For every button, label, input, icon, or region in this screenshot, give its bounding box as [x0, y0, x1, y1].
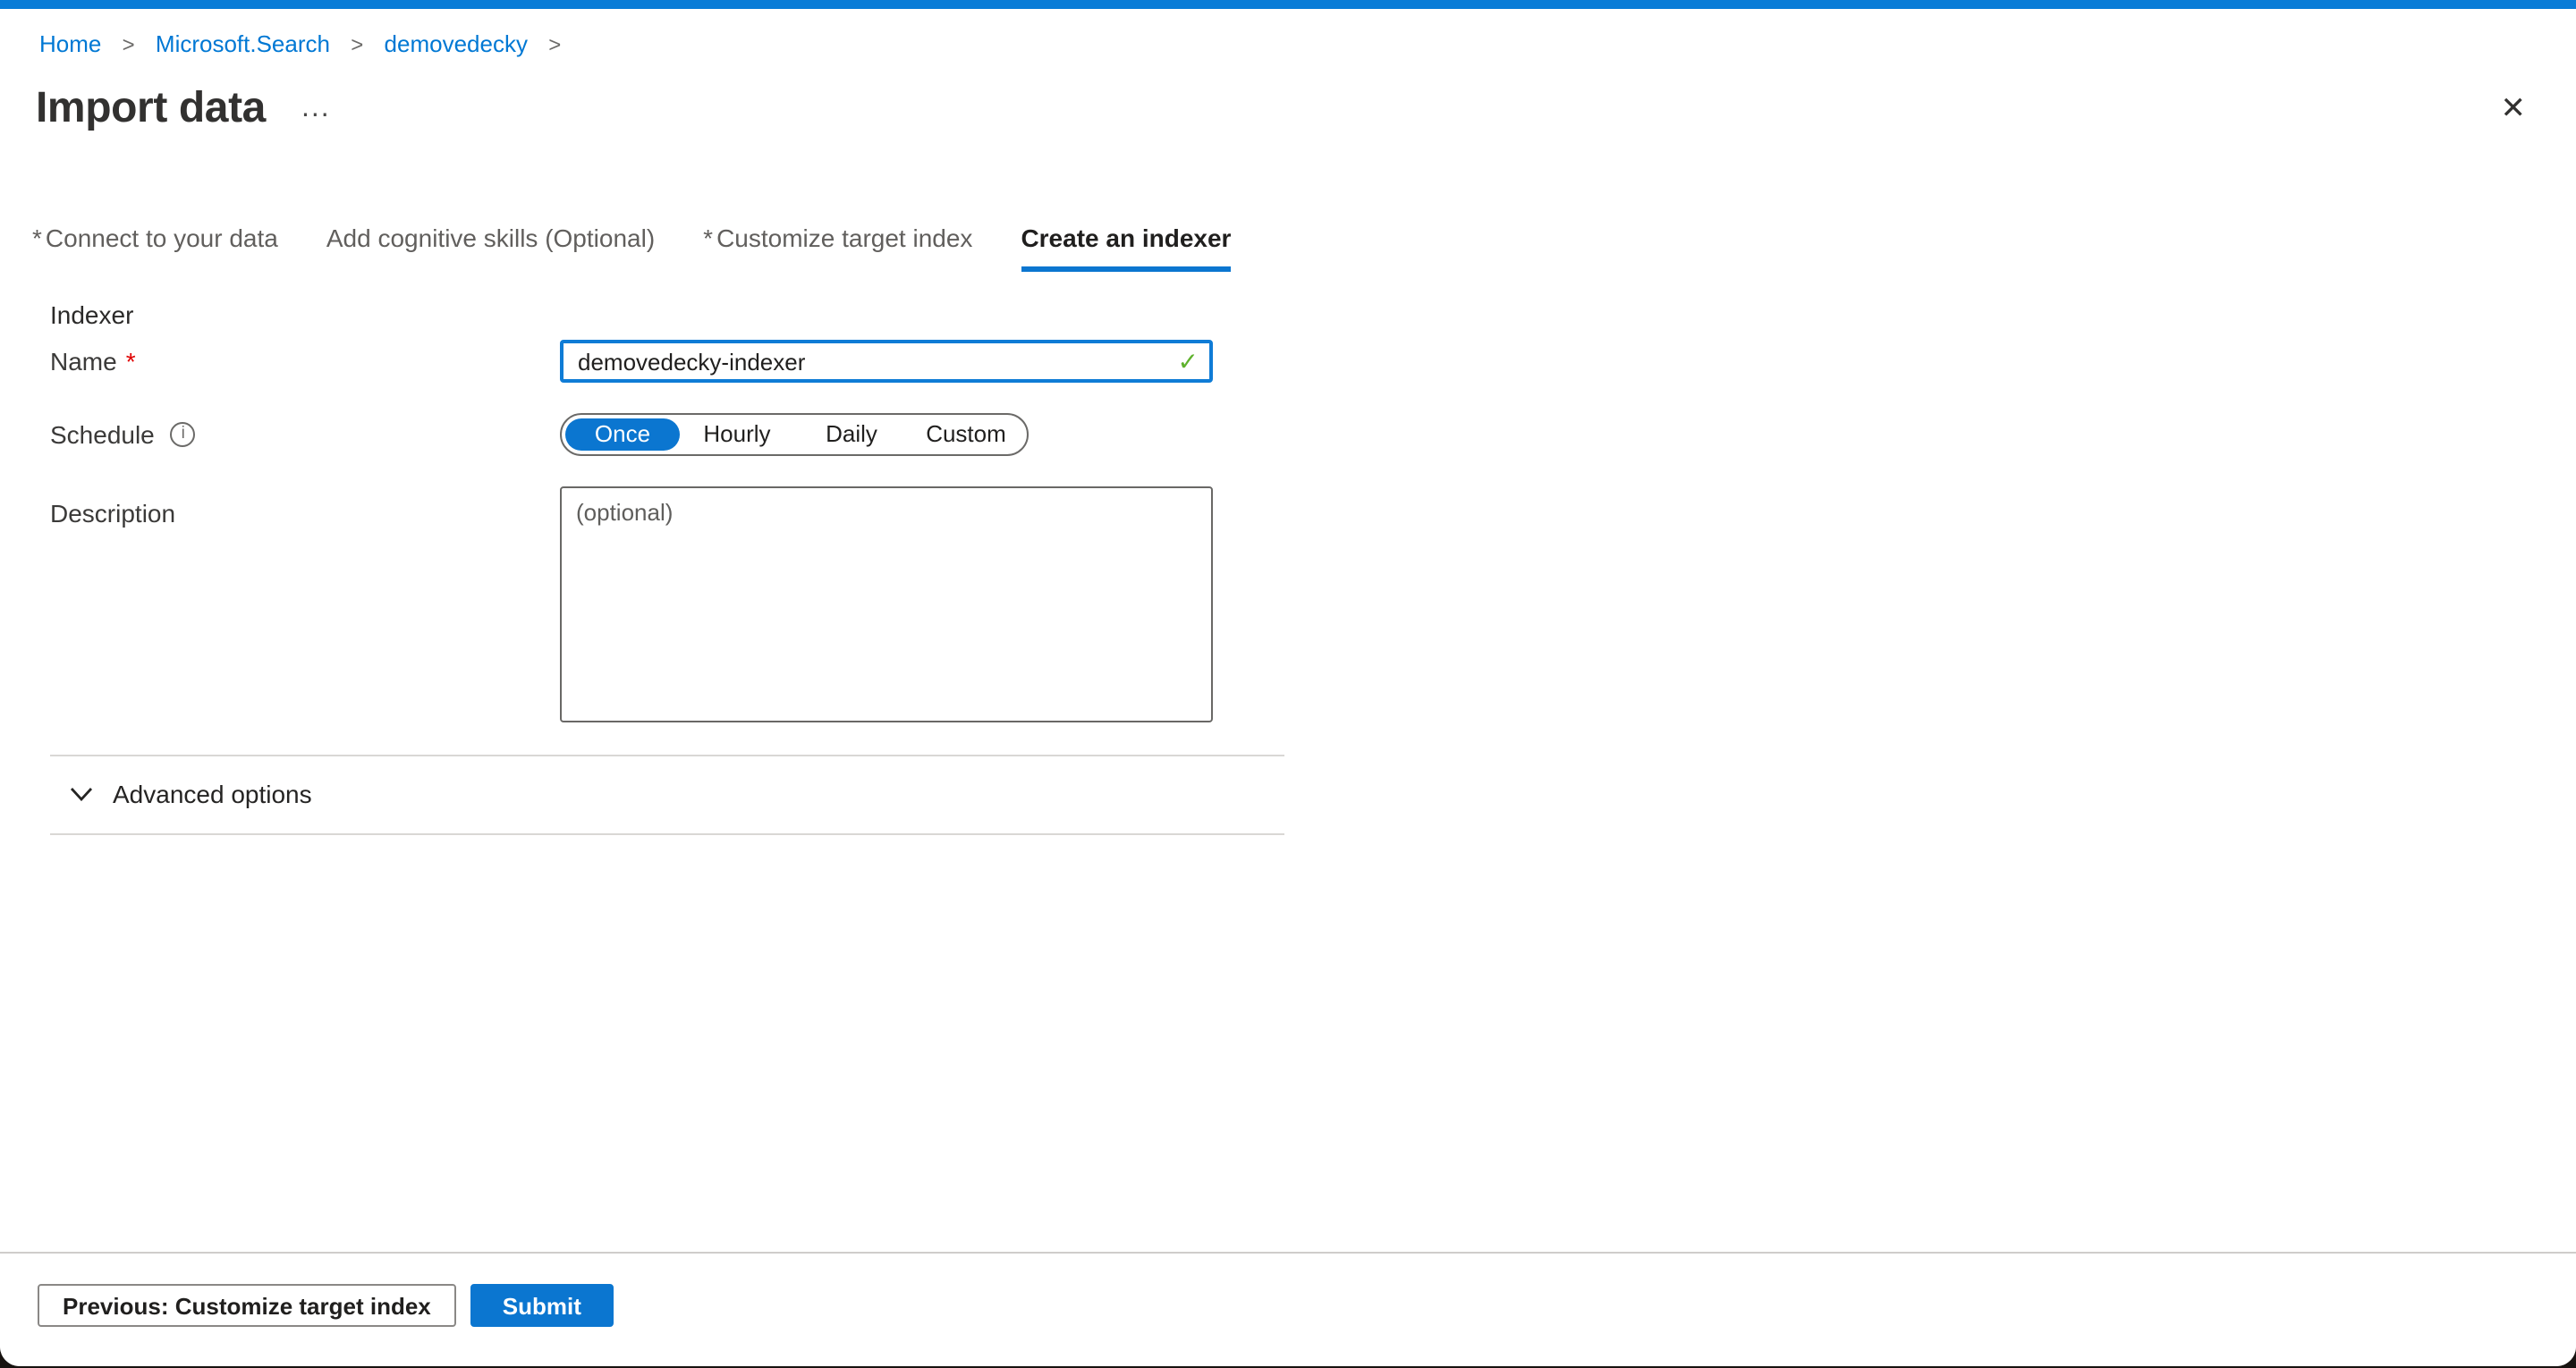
tab-customize-target-index[interactable]: *Customize target index: [703, 222, 972, 272]
tab-add-cognitive-skills[interactable]: Add cognitive skills (Optional): [326, 222, 655, 272]
wizard-tabs: *Connect to your data Add cognitive skil…: [32, 222, 2576, 272]
page-title: Import data: [36, 82, 266, 136]
tab-connect-to-your-data[interactable]: *Connect to your data: [32, 222, 278, 272]
page-header: Import data ...: [36, 82, 2576, 136]
schedule-label: Schedule i: [50, 420, 560, 449]
breadcrumb-link-home[interactable]: Home: [39, 30, 101, 57]
indexer-section-heading: Indexer: [50, 299, 2576, 331]
schedule-option-custom[interactable]: Custom: [909, 418, 1023, 451]
advanced-options-section: Advanced options: [50, 755, 1284, 835]
schedule-toggle-group: Once Hourly Daily Custom: [560, 413, 1029, 456]
name-field: ✓: [560, 340, 1213, 383]
name-label-text: Name: [50, 347, 117, 376]
tab-label: Create an indexer: [1021, 224, 1231, 252]
advanced-options-label: Advanced options: [113, 778, 312, 810]
ellipsis-icon: ...: [301, 93, 331, 123]
valid-checkmark-icon: ✓: [1178, 347, 1199, 377]
chevron-down-icon: [70, 787, 93, 801]
submit-button[interactable]: Submit: [470, 1284, 614, 1327]
indexer-name-input[interactable]: [560, 340, 1213, 383]
azure-portal-screen: Home > Microsoft.Search > demovedecky > …: [0, 0, 2576, 1368]
name-label: Name *: [50, 347, 560, 376]
portal-top-bar: [0, 0, 2576, 9]
chevron-right-icon: >: [123, 32, 135, 57]
close-button[interactable]: ✕: [2497, 88, 2530, 131]
indexer-form: Indexer Name * ✓ Schedule i Once: [0, 299, 2576, 835]
schedule-label-text: Schedule: [50, 420, 155, 449]
tab-label: Customize target index: [716, 224, 972, 252]
import-data-panel: Home > Microsoft.Search > demovedecky > …: [0, 9, 2576, 1366]
chevron-right-icon: >: [548, 32, 561, 57]
close-icon: ✕: [2501, 91, 2527, 125]
breadcrumb-link-demovedecky[interactable]: demovedecky: [385, 30, 528, 57]
required-asterisk: *: [126, 347, 136, 376]
breadcrumb: Home > Microsoft.Search > demovedecky >: [0, 9, 2576, 61]
advanced-options-toggle[interactable]: Advanced options: [50, 756, 1284, 833]
schedule-option-daily[interactable]: Daily: [794, 418, 909, 451]
description-label: Description: [50, 486, 560, 528]
schedule-option-hourly[interactable]: Hourly: [680, 418, 794, 451]
tab-label: Add cognitive skills (Optional): [326, 224, 655, 252]
schedule-option-once[interactable]: Once: [565, 418, 680, 451]
required-marker: *: [703, 224, 713, 252]
name-row: Name * ✓: [50, 340, 2576, 383]
schedule-row: Schedule i Once Hourly Daily Custom: [50, 413, 2576, 456]
required-marker: *: [32, 224, 42, 252]
previous-button[interactable]: Previous: Customize target index: [38, 1284, 456, 1327]
chevron-right-icon: >: [351, 32, 363, 57]
tab-create-an-indexer[interactable]: Create an indexer: [1021, 222, 1231, 272]
wizard-footer: Previous: Customize target index Submit: [0, 1252, 2576, 1366]
more-options-button[interactable]: ...: [294, 97, 338, 122]
tab-label: Connect to your data: [46, 224, 278, 252]
description-row: Description: [50, 486, 2576, 722]
info-icon[interactable]: i: [171, 422, 196, 447]
description-textarea[interactable]: [560, 486, 1213, 722]
breadcrumb-link-microsoft-search[interactable]: Microsoft.Search: [156, 30, 330, 57]
